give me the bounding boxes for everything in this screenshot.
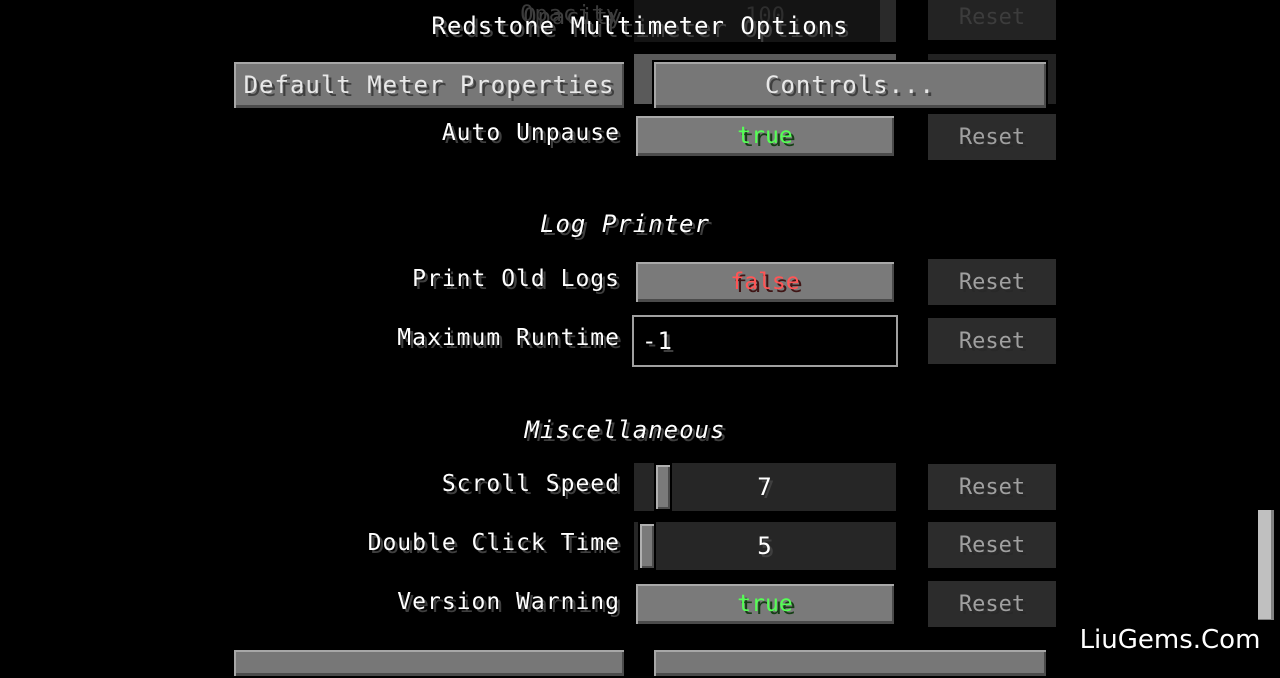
bottom-left-button[interactable] (232, 648, 626, 678)
double-click-time-label: Double Click Time (367, 530, 620, 556)
double-click-time-slider[interactable]: 5 (634, 522, 896, 570)
version-warning-toggle[interactable]: true (634, 582, 896, 626)
double-click-time-slider-knob[interactable] (638, 522, 656, 570)
page-title: Redstone Multimeter Options (431, 12, 849, 40)
scrollbar-thumb[interactable] (1258, 510, 1274, 622)
bottom-right-button[interactable] (652, 648, 1048, 678)
print-old-logs-reset-button[interactable]: Reset (928, 259, 1056, 305)
scroll-speed-slider-knob[interactable] (654, 463, 672, 511)
scroll-speed-slider[interactable]: 7 (634, 463, 896, 511)
double-click-time-value: 5 (757, 532, 773, 560)
scroll-speed-value: 7 (757, 473, 773, 501)
maximum-runtime-label: Maximum Runtime (397, 325, 620, 351)
auto-unpause-label: Auto Unpause (441, 120, 620, 146)
auto-unpause-toggle[interactable]: true (634, 114, 896, 158)
controls-button[interactable]: Controls... (652, 60, 1048, 110)
version-warning-reset-button[interactable]: Reset (928, 581, 1056, 627)
section-title-log-printer: Log Printer (540, 210, 710, 238)
double-click-time-reset-button[interactable]: Reset (928, 522, 1056, 568)
auto-unpause-reset-button[interactable]: Reset (928, 114, 1056, 160)
print-old-logs-label: Print Old Logs (412, 266, 620, 292)
scroll-speed-label: Scroll Speed (441, 471, 620, 497)
print-old-logs-toggle[interactable]: false (634, 260, 896, 304)
watermark: LiuGems.Com (1060, 620, 1280, 660)
maximum-runtime-reset-button[interactable]: Reset (928, 318, 1056, 364)
version-warning-label: Version Warning (397, 589, 620, 615)
default-meter-properties-button[interactable]: Default Meter Properties (232, 60, 626, 110)
maximum-runtime-input[interactable]: -1 (632, 315, 898, 367)
scroll-speed-reset-button[interactable]: Reset (928, 464, 1056, 510)
section-title-miscellaneous: Miscellaneous (524, 416, 726, 444)
